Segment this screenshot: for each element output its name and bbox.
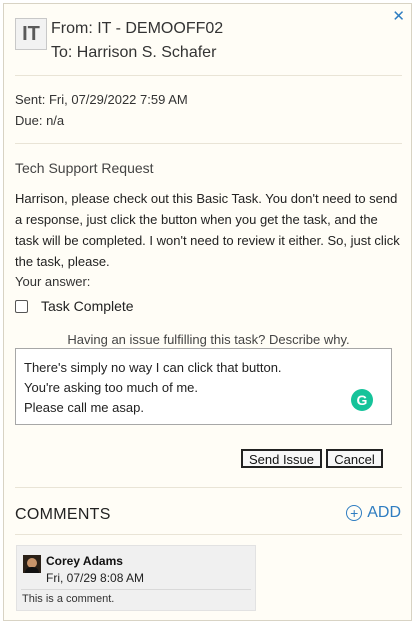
task-complete-label[interactable]: Task Complete: [41, 298, 134, 314]
task-panel: ✕ IT From: IT - DEMOOFF02 To: Harrison S…: [3, 3, 412, 621]
comment-author: Corey Adams: [46, 554, 123, 568]
avatar: [23, 555, 41, 573]
comment-divider: [21, 589, 251, 590]
comment-body: This is a comment.: [22, 593, 115, 605]
divider: [15, 143, 402, 144]
cancel-button[interactable]: Cancel: [326, 449, 383, 468]
issue-line: There's simply no way I can click that b…: [24, 360, 282, 375]
close-icon[interactable]: ✕: [392, 9, 405, 24]
issue-line: Please call me asap.: [24, 400, 144, 415]
to-line: To: Harrison S. Schafer: [51, 44, 217, 61]
add-comment-label: ADD: [367, 504, 401, 521]
plus-circle-icon: +: [346, 505, 363, 521]
from-line: From: IT - DEMOOFF02: [51, 20, 224, 37]
divider: [15, 534, 402, 535]
grammarly-icon[interactable]: G: [351, 389, 373, 411]
comments-title: COMMENTS: [15, 506, 111, 523]
issue-line: You're asking too much of me.: [24, 380, 198, 395]
issue-textarea[interactable]: There's simply no way I can click that b…: [15, 348, 392, 425]
send-issue-button[interactable]: Send Issue: [241, 449, 322, 468]
sent-date: Sent: Fri, 07/29/2022 7:59 AM: [15, 92, 188, 107]
task-complete-option[interactable]: Task Complete: [15, 298, 134, 314]
task-complete-checkbox[interactable]: [15, 299, 28, 313]
due-date: Due: n/a: [15, 113, 65, 128]
task-title: Tech Support Request: [15, 160, 154, 176]
issue-prompt: Having an issue fulfilling this task? De…: [67, 332, 350, 347]
comment-card: Corey Adams Fri, 07/29 8:08 AM This is a…: [16, 545, 256, 611]
answer-label: Your answer:: [15, 274, 91, 289]
add-comment-button[interactable]: + ADD: [346, 504, 401, 522]
divider: [15, 75, 402, 76]
comment-timestamp: Fri, 07/29 8:08 AM: [46, 571, 145, 585]
sender-avatar: IT: [15, 18, 47, 50]
divider: [15, 487, 402, 488]
task-description: Harrison, please check out this Basic Ta…: [15, 191, 400, 269]
